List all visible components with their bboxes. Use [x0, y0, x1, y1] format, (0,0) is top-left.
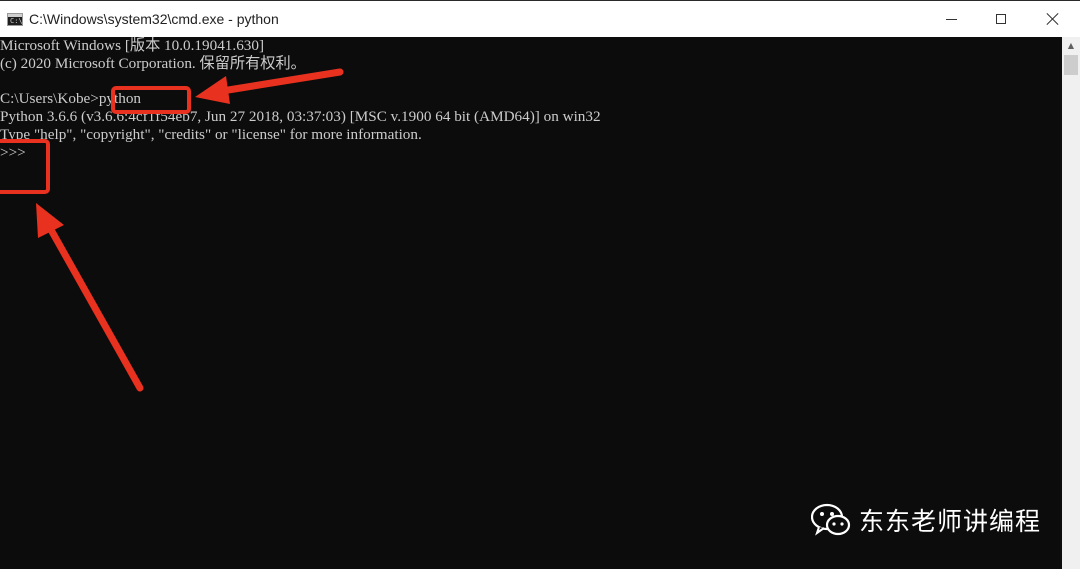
watermark-text: 东东老师讲编程 — [859, 507, 1042, 536]
annotation-arrows — [36, 68, 344, 392]
watermark: 东东老师讲编程 — [811, 500, 1041, 540]
arrow-to-prompt-icon — [36, 203, 144, 392]
wechat-icon — [811, 503, 851, 536]
cmd-window: C:\ C:\Windows\system32\cmd.exe - python… — [0, 0, 1080, 569]
arrow-to-command-icon — [195, 68, 344, 104]
